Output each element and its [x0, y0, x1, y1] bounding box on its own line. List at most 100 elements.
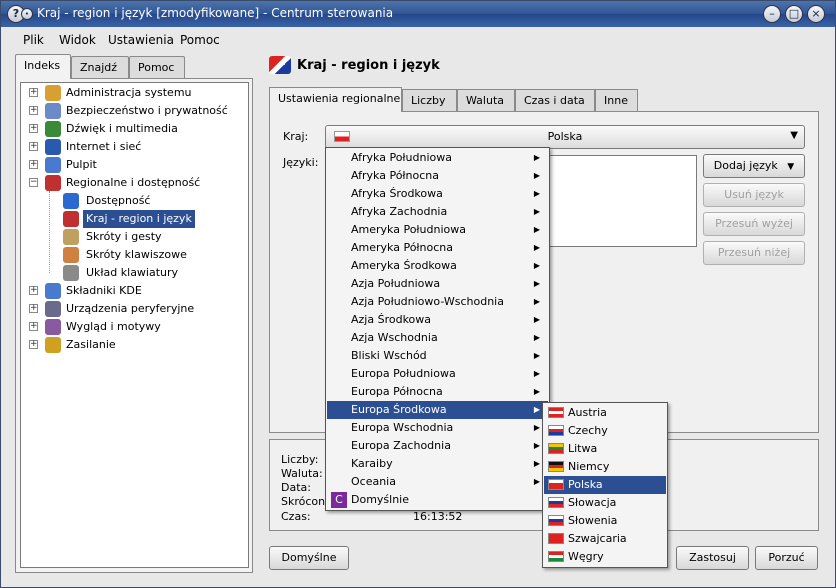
window-title: Kraj - region i język [zmodyfikowane] - … — [37, 6, 394, 20]
region-menu-item[interactable]: Azja Południowa ▶ — [327, 275, 548, 293]
region-menu-item[interactable]: Ameryka Północna ▶ — [327, 239, 548, 257]
region-menu-item[interactable]: Europa Południowa ▶ — [327, 365, 548, 383]
languages-list[interactable] — [542, 155, 697, 247]
tab-other[interactable]: Inne — [595, 89, 638, 111]
submenu-arrow-icon: ▶ — [533, 261, 540, 270]
tab-znajdz[interactable]: Znajdź — [71, 56, 129, 78]
discard-button[interactable]: Porzuć — [755, 546, 818, 570]
country-menu-item[interactable]: Czechy — [544, 422, 666, 440]
expand-icon[interactable]: + — [29, 124, 38, 133]
country-menu-item[interactable]: Niemcy — [544, 458, 666, 476]
menu-widok[interactable]: Widok — [59, 33, 96, 47]
country-combo[interactable]: Polska ▼ — [325, 125, 805, 149]
tab-currency[interactable]: Waluta — [457, 89, 515, 111]
region-menu-item-label: Ameryka Północna — [351, 241, 454, 254]
region-menu-item[interactable]: Azja Wschodnia ▶ — [327, 329, 548, 347]
move-down-button[interactable]: Przesuń niżej — [703, 241, 805, 265]
tree-item-label: Internet i sieć — [66, 140, 142, 153]
tree-item-label: Administracja systemu — [66, 86, 192, 99]
index-panel: + Administracja systemu + Bezpieczeństwo i … — [15, 78, 253, 573]
collapse-icon[interactable]: − — [29, 178, 38, 187]
menu-ustawienia[interactable]: Ustawienia — [108, 33, 174, 47]
title-bar[interactable]: ? • Kraj - region i język [zmodyfikowane… — [1, 1, 835, 27]
tab-pomoc[interactable]: Pomoc — [129, 56, 185, 78]
submenu-arrow-icon: ▶ — [533, 441, 540, 450]
region-menu-default[interactable]: C Domyślnie — [327, 491, 548, 509]
remove-language-button[interactable]: Usuń język — [703, 183, 805, 207]
region-menu-item[interactable]: Ameryka Środkowa ▶ — [327, 257, 548, 275]
country-menu-item[interactable]: Słowacja — [544, 494, 666, 512]
tab-regional-settings[interactable]: Ustawienia regionalne — [269, 87, 402, 112]
country-menu-item[interactable]: Szwajcaria — [544, 530, 666, 548]
sticky-icon[interactable]: • — [21, 8, 33, 20]
country-submenu: Austria Czechy Litwa Niemcy Polska Słowacja Sł… — [542, 402, 668, 568]
region-menu-item[interactable]: Ameryka Południowa ▶ — [327, 221, 548, 239]
menu-plik[interactable]: Plik — [23, 33, 44, 47]
expand-icon[interactable]: + — [29, 88, 38, 97]
region-menu-item[interactable]: Afryka Środkowa ▶ — [327, 185, 548, 203]
region-menu-item-label: Europa Północna — [351, 385, 443, 398]
country-menu-item[interactable]: Słowenia — [544, 512, 666, 530]
submenu-arrow-icon: ▶ — [533, 351, 540, 360]
country-menu-item[interactable]: Węgry — [544, 548, 666, 566]
minimize-button[interactable]: – — [763, 5, 781, 23]
apply-button[interactable]: Zastosuj — [676, 546, 749, 570]
device-icon — [45, 301, 61, 317]
maximize-button[interactable]: □ — [785, 5, 803, 23]
submenu-arrow-icon: ▶ — [533, 369, 540, 378]
region-menu-item[interactable]: Afryka Północna ▶ — [327, 167, 548, 185]
expand-icon[interactable]: + — [29, 304, 38, 313]
tab-indeks[interactable]: Indeks — [15, 54, 71, 79]
tree-guide-line — [49, 191, 50, 273]
close-button[interactable]: × — [807, 5, 825, 23]
tab-numbers[interactable]: Liczby — [402, 89, 457, 111]
region-menu-item[interactable]: Azja Środkowa ▶ — [327, 311, 548, 329]
expand-icon[interactable]: + — [29, 340, 38, 349]
tree-item-label: Kraj - region i język — [83, 210, 195, 228]
expand-icon[interactable]: + — [29, 286, 38, 295]
chevron-down-icon: ▼ — [790, 130, 798, 141]
region-menu-item-label: Azja Południowo-Wschodnia — [351, 295, 504, 308]
expand-icon[interactable]: + — [29, 106, 38, 115]
accessibility-icon — [63, 193, 79, 209]
region-menu-item-label: Afryka Północna — [351, 169, 440, 182]
menu-pomoc[interactable]: Pomoc — [180, 33, 220, 47]
region-menu-item[interactable]: Europa Środkowa ▶ — [327, 401, 548, 419]
country-menu-item[interactable]: Austria — [544, 404, 666, 422]
region-menu-item-label: Afryka Południowa — [351, 151, 452, 164]
globe-icon — [45, 139, 61, 155]
numbers-preview-label: Liczby: — [281, 453, 319, 466]
region-menu-item[interactable]: Afryka Zachodnia ▶ — [327, 203, 548, 221]
submenu-arrow-icon: ▶ — [533, 459, 540, 468]
move-up-button[interactable]: Przesuń wyżej — [703, 212, 805, 236]
expand-icon[interactable]: + — [29, 142, 38, 151]
expand-icon[interactable]: + — [29, 322, 38, 331]
languages-label: Języki: — [283, 156, 319, 169]
country-flag-icon — [548, 497, 564, 508]
region-menu-item[interactable]: Europa Północna ▶ — [327, 383, 548, 401]
country-menu-item[interactable]: Polska — [544, 476, 666, 494]
country-menu-item[interactable]: Litwa — [544, 440, 666, 458]
submenu-arrow-icon: ▶ — [533, 243, 540, 252]
submenu-arrow-icon: ▶ — [533, 315, 540, 324]
defaults-button[interactable]: Domyślne — [269, 546, 349, 570]
region-menu-item[interactable]: Bliski Wschód ▶ — [327, 347, 548, 365]
tab-time-date[interactable]: Czas i data — [515, 89, 595, 111]
submenu-arrow-icon: ▶ — [533, 279, 540, 288]
country-menu-item-label: Niemcy — [568, 460, 610, 473]
flag-icon — [269, 56, 291, 74]
region-menu-item[interactable]: Azja Południowo-Wschodnia ▶ — [327, 293, 548, 311]
submenu-arrow-icon: ▶ — [533, 297, 540, 306]
region-menu-item[interactable]: Karaiby ▶ — [327, 455, 548, 473]
desktop-icon — [45, 157, 61, 173]
region-menu-item[interactable]: Afryka Południowa ▶ — [327, 149, 548, 167]
region-menu-item[interactable]: Oceania ▶ — [327, 473, 548, 491]
module-tree[interactable]: + Administracja systemu + Bezpieczeństwo i … — [20, 82, 249, 568]
region-menu-item[interactable]: Europa Zachodnia ▶ — [327, 437, 548, 455]
expand-icon[interactable]: + — [29, 160, 38, 169]
country-menu-item-label: Słowacja — [568, 496, 617, 509]
add-language-button[interactable]: Dodaj język ▼ — [703, 154, 805, 178]
tree-item-label: Skróty klawiszowe — [86, 248, 187, 261]
region-menu-item[interactable]: Europa Wschodnia ▶ — [327, 419, 548, 437]
tree-item-label: Zasilanie — [66, 338, 116, 351]
